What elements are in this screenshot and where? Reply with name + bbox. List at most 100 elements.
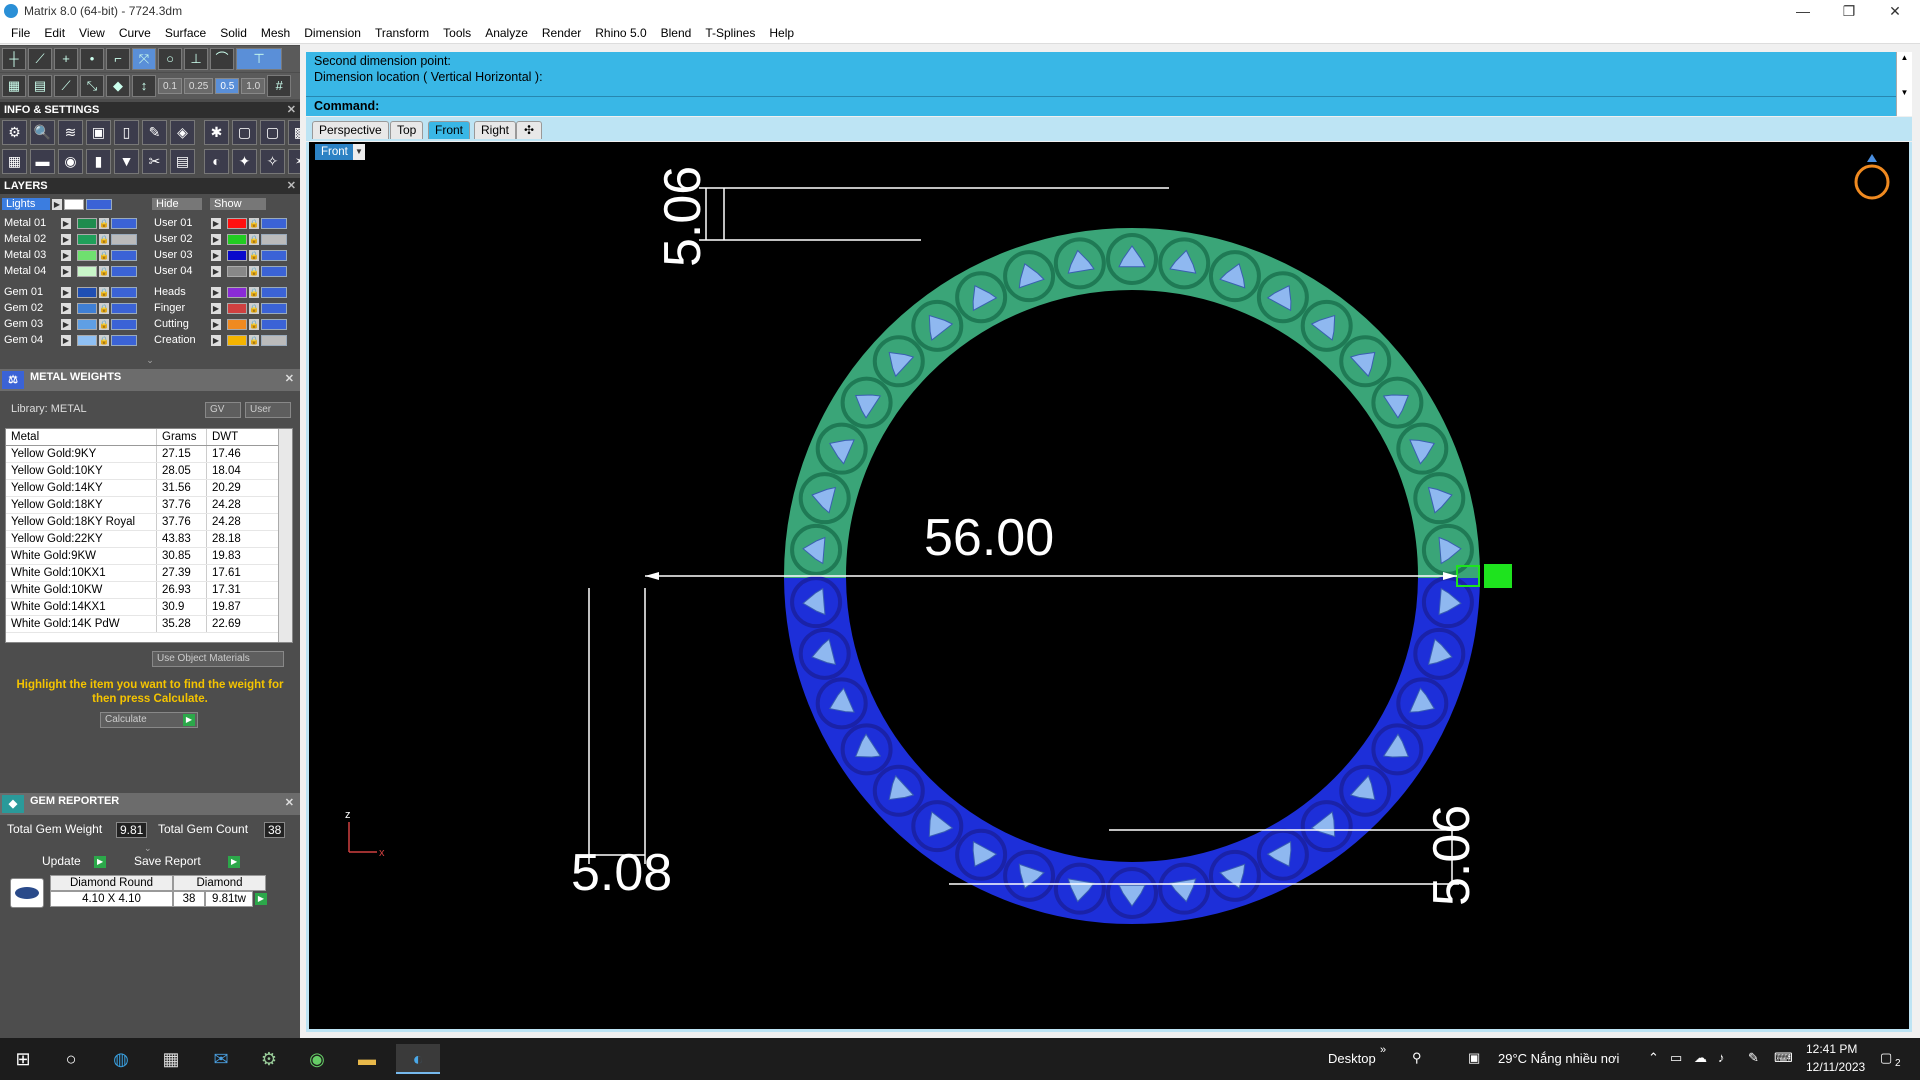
box-icon[interactable]: ▣	[86, 120, 111, 145]
layer-swatch[interactable]	[227, 318, 247, 330]
layer-row[interactable]: User 02 ▶ 🔒	[154, 232, 287, 246]
perp-snap-icon[interactable]: ⊥	[184, 48, 208, 70]
layer-swatch[interactable]	[77, 233, 97, 245]
table-row[interactable]: White Gold:10KX1 27.39 17.61	[6, 565, 292, 582]
close-icon[interactable]: ✕	[285, 795, 294, 811]
layer-row[interactable]: User 01 ▶ 🔒	[154, 216, 287, 230]
close-icon[interactable]: ✕	[287, 178, 296, 194]
column-dwt[interactable]: DWT	[206, 429, 272, 445]
settings-icon[interactable]: ⚙	[2, 120, 27, 145]
end-snap-icon[interactable]: ⌐	[106, 48, 130, 70]
menu-tools[interactable]: Tools	[436, 26, 478, 40]
table-row[interactable]: Yellow Gold:18KY Royal 37.76 24.28	[6, 514, 292, 531]
lock-icon[interactable]: 🔒	[249, 265, 259, 277]
maximize-button[interactable]: ❐	[1826, 0, 1872, 22]
collapse-icon[interactable]: ⌄	[144, 843, 152, 854]
table-row[interactable]: Yellow Gold:10KY 28.05 18.04	[6, 463, 292, 480]
layer-swatch[interactable]	[77, 249, 97, 261]
layer-row[interactable]: Gem 02 ▶ 🔒	[4, 301, 137, 315]
lock-icon[interactable]: 🔒	[249, 334, 259, 346]
layer-swatch[interactable]	[227, 265, 247, 277]
close-icon[interactable]: ✕	[285, 371, 294, 387]
tangent-snap-icon[interactable]: ⌒	[210, 48, 234, 70]
layer-row[interactable]: Metal 03 ▶ 🔒	[4, 248, 137, 262]
layer-row[interactable]: Metal 04 ▶ 🔒	[4, 264, 137, 278]
pen-icon[interactable]: ✎	[1748, 1050, 1759, 1066]
menu-help[interactable]: Help	[762, 26, 801, 40]
visibility-toggle[interactable]	[111, 286, 137, 298]
arrow-icon[interactable]: ▶	[61, 302, 71, 314]
layer-grid-icon[interactable]: ▦	[2, 75, 26, 97]
menu-rhino[interactable]: Rhino 5.0	[588, 26, 653, 40]
visibility-toggle[interactable]	[261, 286, 287, 298]
command-input[interactable]	[386, 99, 1886, 114]
hide-button[interactable]: Hide	[152, 198, 202, 210]
arrow-icon[interactable]: ▶	[61, 286, 71, 298]
collapse-icon[interactable]: ⌄	[144, 356, 156, 365]
visibility-toggle[interactable]	[261, 249, 287, 261]
menu-surface[interactable]: Surface	[158, 26, 213, 40]
menu-file[interactable]: File	[4, 26, 37, 40]
column-grams[interactable]: Grams	[156, 429, 206, 445]
dimension-icon[interactable]: ⤡	[80, 75, 104, 97]
calculate-button[interactable]: Calculate ▶	[100, 712, 198, 728]
menu-solid[interactable]: Solid	[213, 26, 254, 40]
center-snap-icon[interactable]: ○	[158, 48, 182, 70]
lock-icon[interactable]: 🔒	[99, 217, 109, 229]
table-row[interactable]: White Gold:9KW 30.85 19.83	[6, 548, 292, 565]
visibility-toggle[interactable]	[111, 233, 137, 245]
visibility-toggle[interactable]	[261, 302, 287, 314]
menu-edit[interactable]: Edit	[37, 26, 72, 40]
frame2-icon[interactable]: ▢	[260, 120, 285, 145]
crosshair-icon[interactable]: +	[54, 48, 78, 70]
layer-row[interactable]: Cutting ▶ 🔒	[154, 317, 287, 331]
sparkle-icon[interactable]: ✦	[232, 149, 257, 174]
lock-icon[interactable]: 🔒	[99, 233, 109, 245]
visibility-toggle[interactable]	[261, 217, 287, 229]
save-report-button[interactable]: Save Report ▶	[134, 854, 241, 868]
visibility-toggle[interactable]	[261, 334, 287, 346]
layer-swatch[interactable]	[77, 302, 97, 314]
layer-row[interactable]: Gem 01 ▶ 🔒	[4, 285, 137, 299]
table-row[interactable]: Yellow Gold:9KY 27.15 17.46	[6, 446, 292, 463]
grid-icon[interactable]: #	[267, 75, 292, 97]
menu-dimension[interactable]: Dimension	[297, 26, 368, 40]
visibility-toggle[interactable]	[111, 302, 137, 314]
arrow-icon[interactable]: ▶	[211, 233, 221, 245]
lock-icon[interactable]: 🔒	[249, 318, 259, 330]
layer-row[interactable]: Creation ▶ 🔒	[154, 333, 287, 347]
document-icon[interactable]: ▯	[114, 120, 139, 145]
ortho-icon[interactable]: ⟋	[28, 48, 52, 70]
visibility-toggle[interactable]	[86, 198, 112, 210]
gear-tool-icon[interactable]: ✱	[204, 120, 229, 145]
lock-icon[interactable]: 🔒	[99, 318, 109, 330]
filter-icon[interactable]: ▼	[114, 149, 139, 174]
point-snap-icon[interactable]: •	[80, 48, 104, 70]
snap-0-1[interactable]: 0.1	[158, 78, 182, 94]
table-row[interactable]: Yellow Gold:18KY 37.76 24.28	[6, 497, 292, 514]
update-button[interactable]: Update ▶	[42, 854, 107, 868]
tab-right[interactable]: Right	[474, 121, 517, 139]
measure-icon[interactable]: ⟋	[54, 75, 78, 97]
table-row[interactable]: White Gold:14KX1 30.9 19.87	[6, 599, 292, 616]
mail-icon[interactable]: ✉	[206, 1044, 236, 1074]
network-icon[interactable]: ▭	[1670, 1050, 1682, 1066]
chevron-up-icon[interactable]: ⌃	[1648, 1050, 1659, 1066]
calculator-icon[interactable]: ▤	[170, 149, 195, 174]
lock-icon[interactable]: 🔒	[99, 334, 109, 346]
weather-text[interactable]: 29°C Nắng nhiều nơi	[1498, 1051, 1619, 1066]
arrow-icon[interactable]: ▶	[211, 265, 221, 277]
arrow-icon[interactable]: ▶	[52, 198, 62, 210]
layer-swatch[interactable]	[227, 249, 247, 261]
person-icon[interactable]: ⚲	[1412, 1050, 1422, 1066]
search-icon[interactable]: ○	[56, 1044, 86, 1074]
arrow-icon[interactable]: ▶	[211, 334, 221, 346]
menu-transform[interactable]: Transform	[368, 26, 436, 40]
add-tab-icon[interactable]: ✣	[516, 121, 542, 139]
matrix-taskbar-icon[interactable]: ◐	[396, 1044, 440, 1074]
panel-icon[interactable]: ▬	[30, 149, 55, 174]
arrow-icon[interactable]: ▶	[61, 318, 71, 330]
visibility-toggle[interactable]	[111, 265, 137, 277]
app-icon-1[interactable]: ⚙	[254, 1044, 284, 1074]
table-row[interactable]: Yellow Gold:22KY 43.83 28.18	[6, 531, 292, 548]
